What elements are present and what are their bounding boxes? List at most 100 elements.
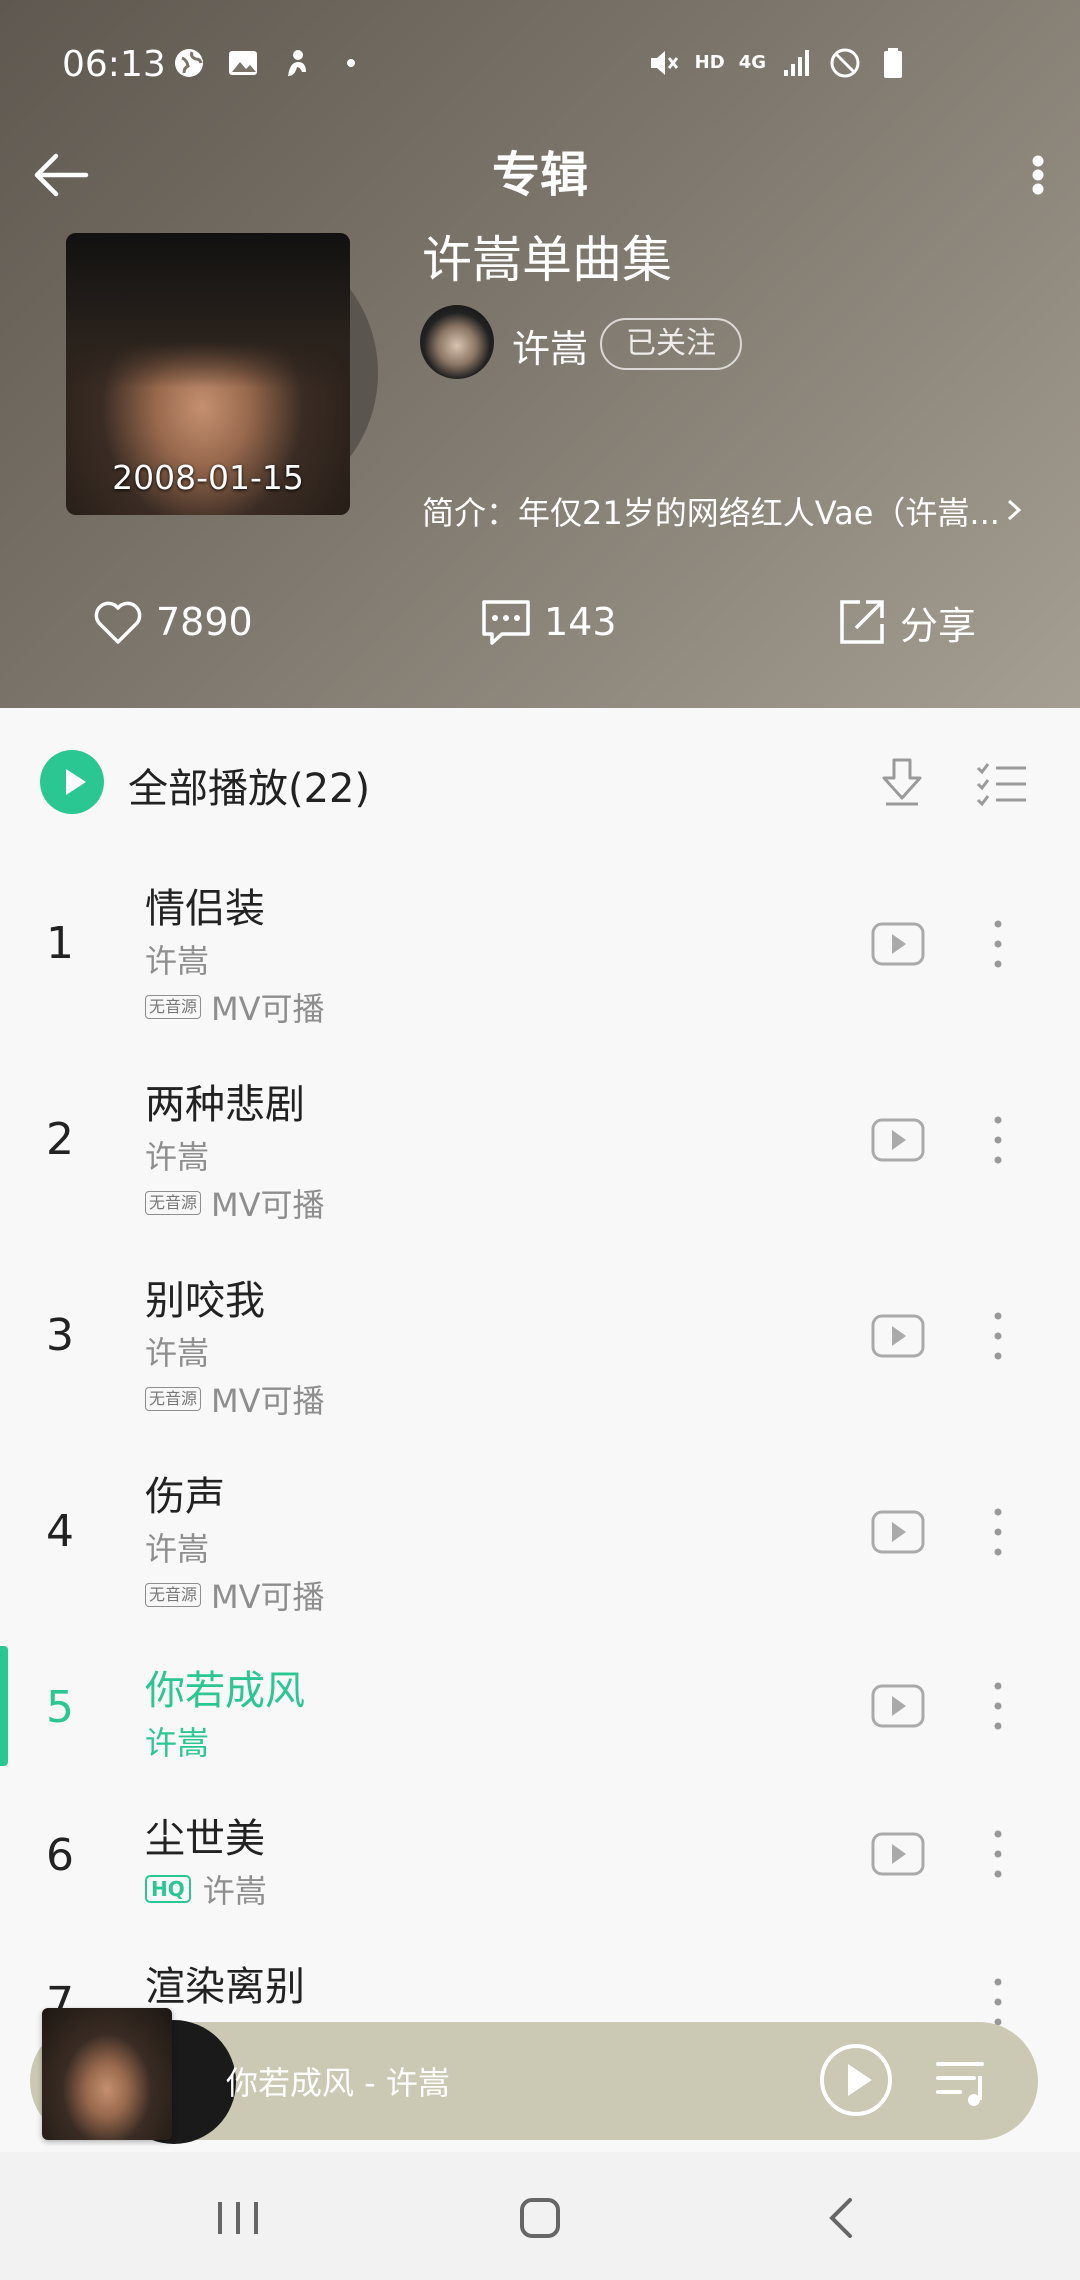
status-time: 06:13 <box>62 44 166 85</box>
mv-play-icon[interactable] <box>870 1116 926 1164</box>
track-meta: HQ 许嵩 <box>145 1866 267 1912</box>
like-count: 7890 <box>156 600 253 644</box>
artist-avatar[interactable] <box>420 305 494 379</box>
track-number: 3 <box>46 1310 74 1361</box>
track-number: 6 <box>46 1830 74 1881</box>
track-number: 4 <box>46 1506 74 1557</box>
download-icon[interactable] <box>872 752 932 812</box>
playlist-queue-icon[interactable] <box>932 2052 992 2112</box>
no-source-badge: 无音源 <box>145 995 202 1019</box>
heart-icon <box>94 601 142 644</box>
track-number: 2 <box>46 1114 74 1165</box>
track-artist: 许嵩 <box>202 1872 267 1910</box>
track-number: 5 <box>46 1682 74 1733</box>
mv-play-icon[interactable] <box>870 1312 926 1360</box>
track-more-icon[interactable] <box>986 1112 1010 1168</box>
track-title: 你若成风 <box>145 1668 305 1714</box>
status-bar: 06:13 HD 4G <box>0 0 1080 130</box>
network-label: 4G <box>738 52 766 73</box>
more-vertical-icon <box>1032 155 1044 195</box>
page-title: 专辑 <box>491 147 588 203</box>
track-more-icon[interactable] <box>986 1826 1010 1882</box>
notification-icon <box>280 46 314 80</box>
signal-icon <box>780 46 814 80</box>
track-meta: 无音源 MV可播 <box>145 1376 325 1422</box>
no-source-badge: 无音源 <box>145 1583 202 1607</box>
track-artist: 许嵩 <box>145 1138 210 1176</box>
no-source-badge: 无音源 <box>145 1387 202 1411</box>
like-button[interactable]: 7890 <box>90 592 253 652</box>
album-intro[interactable]: 简介：年仅21岁的网络红人Vae（许嵩... <box>422 488 1000 534</box>
dnd-icon <box>828 46 862 80</box>
mini-player-artwork[interactable] <box>42 2008 236 2144</box>
track-row[interactable]: 6 尘世美 HQ 许嵩 <box>0 1786 1080 1934</box>
track-title: 渲染离别 <box>145 1964 305 2010</box>
track-row[interactable]: 3 别咬我 许嵩 无音源 MV可播 <box>0 1246 1080 1442</box>
track-more-icon[interactable] <box>986 1678 1010 1734</box>
home-icon[interactable] <box>510 2188 570 2248</box>
comment-icon <box>482 600 530 645</box>
mv-play-icon[interactable] <box>870 1508 926 1556</box>
track-more-icon[interactable] <box>986 1308 1010 1364</box>
mv-play-icon[interactable] <box>870 1682 926 1730</box>
track-row-active[interactable]: 5 你若成风 许嵩 <box>0 1638 1080 1786</box>
status-right-icons: HD 4G <box>647 46 910 80</box>
recent-apps-icon[interactable] <box>208 2188 268 2248</box>
track-more-icon[interactable] <box>986 1504 1010 1560</box>
artist-name[interactable]: 许嵩 <box>512 318 588 373</box>
track-title: 两种悲剧 <box>145 1082 305 1128</box>
track-meta: 无音源 MV可播 <box>145 1180 325 1226</box>
mini-cover <box>42 2008 172 2140</box>
track-artist: 许嵩 <box>145 1334 210 1372</box>
hq-badge: HQ <box>145 1875 191 1903</box>
play-button[interactable] <box>818 2042 894 2118</box>
track-artist: 许嵩 <box>145 1530 210 1568</box>
share-button[interactable]: 分享 <box>834 592 976 652</box>
comment-count: 143 <box>544 600 617 644</box>
track-title: 别咬我 <box>145 1278 265 1324</box>
track-more-icon[interactable] <box>986 1974 1010 2030</box>
track-number: 1 <box>46 918 74 969</box>
multiselect-icon[interactable] <box>972 752 1032 812</box>
chevron-right-icon <box>1007 499 1022 521</box>
play-all-icon[interactable] <box>40 750 104 814</box>
now-playing-title[interactable]: 你若成风 - 许嵩 <box>226 2058 450 2104</box>
release-date: 2008-01-15 <box>112 458 304 497</box>
mv-play-icon[interactable] <box>870 1830 926 1878</box>
play-all-label[interactable]: 全部播放(22) <box>128 756 370 814</box>
track-meta: 无音源 MV可播 <box>145 1572 325 1618</box>
mv-available-label: MV可播 <box>211 1578 325 1616</box>
play-all-row[interactable]: 全部播放(22) <box>0 708 1080 854</box>
share-icon <box>840 600 884 644</box>
back-nav-icon[interactable] <box>812 2188 872 2248</box>
more-options-button[interactable] <box>1000 140 1060 210</box>
track-title: 伤声 <box>145 1474 225 1520</box>
mv-available-label: MV可播 <box>211 1382 325 1420</box>
comment-button[interactable]: 143 <box>478 592 617 652</box>
follow-button[interactable]: 已关注 <box>600 318 742 370</box>
no-source-badge: 无音源 <box>145 1191 202 1215</box>
track-title: 情侣装 <box>145 886 265 932</box>
album-cover[interactable]: 2008-01-15 <box>66 233 350 515</box>
mv-available-label: MV可播 <box>211 1186 325 1224</box>
globe-icon <box>172 46 206 80</box>
track-artist: 许嵩 <box>145 942 210 980</box>
mv-play-icon[interactable] <box>870 920 926 968</box>
track-artist: 许嵩 <box>145 1724 210 1762</box>
track-more-icon[interactable] <box>986 916 1010 972</box>
system-nav-bar <box>0 2152 1080 2280</box>
dot-icon <box>334 46 368 80</box>
mute-icon <box>647 46 681 80</box>
track-title: 尘世美 <box>145 1816 265 1862</box>
track-meta: 无音源 MV可播 <box>145 984 325 1030</box>
mv-available-label: MV可播 <box>211 990 325 1028</box>
album-cover-image <box>66 233 350 389</box>
track-row[interactable]: 2 两种悲剧 许嵩 无音源 MV可播 <box>0 1050 1080 1246</box>
track-row[interactable]: 4 伤声 许嵩 无音源 MV可播 <box>0 1442 1080 1638</box>
active-indicator <box>0 1646 8 1766</box>
track-row[interactable]: 1 情侣装 许嵩 无音源 MV可播 <box>0 854 1080 1050</box>
track-list-panel: 全部播放(22) 1 情侣装 许嵩 无音源 MV可播 2 两种悲剧 许嵩 无音源… <box>0 708 1080 2152</box>
status-left-icons <box>172 46 368 80</box>
hd-label: HD <box>694 52 725 73</box>
share-label: 分享 <box>900 603 977 648</box>
